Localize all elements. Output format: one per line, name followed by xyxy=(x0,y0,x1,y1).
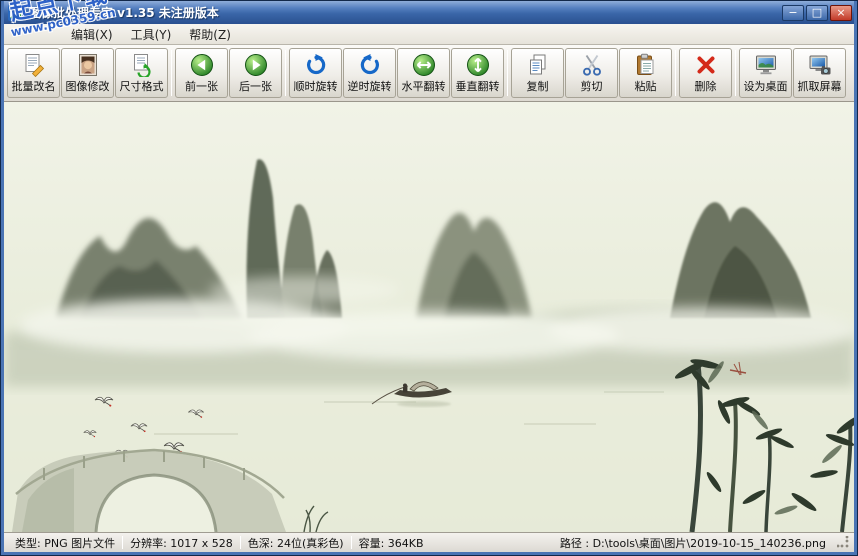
toolbar-button-previous[interactable]: 前一张 xyxy=(175,48,228,98)
toolbar-separator xyxy=(285,50,286,96)
copy-icon xyxy=(525,53,551,77)
delete-icon xyxy=(693,53,719,77)
toolbar-button-copy[interactable]: 复制 xyxy=(511,48,564,98)
toolbar-button-flip-vertical[interactable]: 垂直翻转 xyxy=(451,48,504,98)
app-icon xyxy=(8,5,24,21)
flip-vertical-icon xyxy=(465,53,491,77)
capture-screen-icon xyxy=(807,53,833,77)
resize-grip[interactable] xyxy=(837,536,850,549)
menu-item-edit[interactable]: 编辑(X) xyxy=(62,24,122,45)
toolbar-separator xyxy=(171,50,172,96)
close-button[interactable]: × xyxy=(830,5,852,21)
batch-rename-icon xyxy=(21,53,47,77)
status-file-path: 路径 : D:\tools\桌面\图片\2019-10-15_140236.pn… xyxy=(553,535,833,551)
size-format-icon xyxy=(129,53,155,77)
toolbar: 批量改名 图像修改 尺寸格式 前一张 后一张 xyxy=(4,45,854,102)
paste-icon xyxy=(633,53,659,77)
toolbar-button-set-desktop[interactable]: 设为桌面 xyxy=(739,48,792,98)
toolbar-separator xyxy=(507,50,508,96)
maximize-button[interactable]: □ xyxy=(806,5,828,21)
app-window: 起点下载 www.pc0359.cn 图像批处理专家 v1.35 未注册版本 −… xyxy=(0,0,858,556)
menu-item-help[interactable]: 帮助(Z) xyxy=(180,24,240,45)
next-icon xyxy=(243,53,269,77)
toolbar-button-cut[interactable]: 剪切 xyxy=(565,48,618,98)
statusbar: 类型: PNG 图片文件 分辨率: 1017 x 528 色深: 24位(真彩色… xyxy=(4,532,854,552)
toolbar-button-rotate-cw[interactable]: 顺时旋转 xyxy=(289,48,342,98)
toolbar-button-rotate-ccw[interactable]: 逆时旋转 xyxy=(343,48,396,98)
rotate-ccw-icon xyxy=(357,53,383,77)
menubar: 编辑(X) 工具(Y) 帮助(Z) xyxy=(4,24,854,45)
image-edit-icon xyxy=(75,53,101,77)
toolbar-separator xyxy=(675,50,676,96)
rotate-cw-icon xyxy=(303,53,329,77)
status-resolution: 分辨率: 1017 x 528 xyxy=(123,535,240,551)
flip-horizontal-icon xyxy=(411,53,437,77)
landscape-painting xyxy=(4,102,854,532)
toolbar-button-capture-screen[interactable]: 抓取屏幕 xyxy=(793,48,846,98)
titlebar[interactable]: 图像批处理专家 v1.35 未注册版本 − □ × xyxy=(4,1,854,24)
toolbar-button-paste[interactable]: 粘贴 xyxy=(619,48,672,98)
cut-icon xyxy=(579,53,605,77)
toolbar-button-size-format[interactable]: 尺寸格式 xyxy=(115,48,168,98)
status-file-type: 类型: PNG 图片文件 xyxy=(8,535,122,551)
image-canvas xyxy=(4,102,854,532)
toolbar-separator xyxy=(735,50,736,96)
toolbar-button-image-edit[interactable]: 图像修改 xyxy=(61,48,114,98)
minimize-button[interactable]: − xyxy=(782,5,804,21)
toolbar-button-next[interactable]: 后一张 xyxy=(229,48,282,98)
toolbar-button-flip-horizontal[interactable]: 水平翻转 xyxy=(397,48,450,98)
window-title: 图像批处理专家 v1.35 未注册版本 xyxy=(29,4,780,21)
toolbar-button-batch-rename[interactable]: 批量改名 xyxy=(7,48,60,98)
status-color-depth: 色深: 24位(真彩色) xyxy=(241,535,351,551)
toolbar-button-delete[interactable]: 删除 xyxy=(679,48,732,98)
previous-icon xyxy=(189,53,215,77)
menu-item-tools[interactable]: 工具(Y) xyxy=(122,24,181,45)
status-file-size: 容量: 364KB xyxy=(352,535,431,551)
set-desktop-icon xyxy=(753,53,779,77)
